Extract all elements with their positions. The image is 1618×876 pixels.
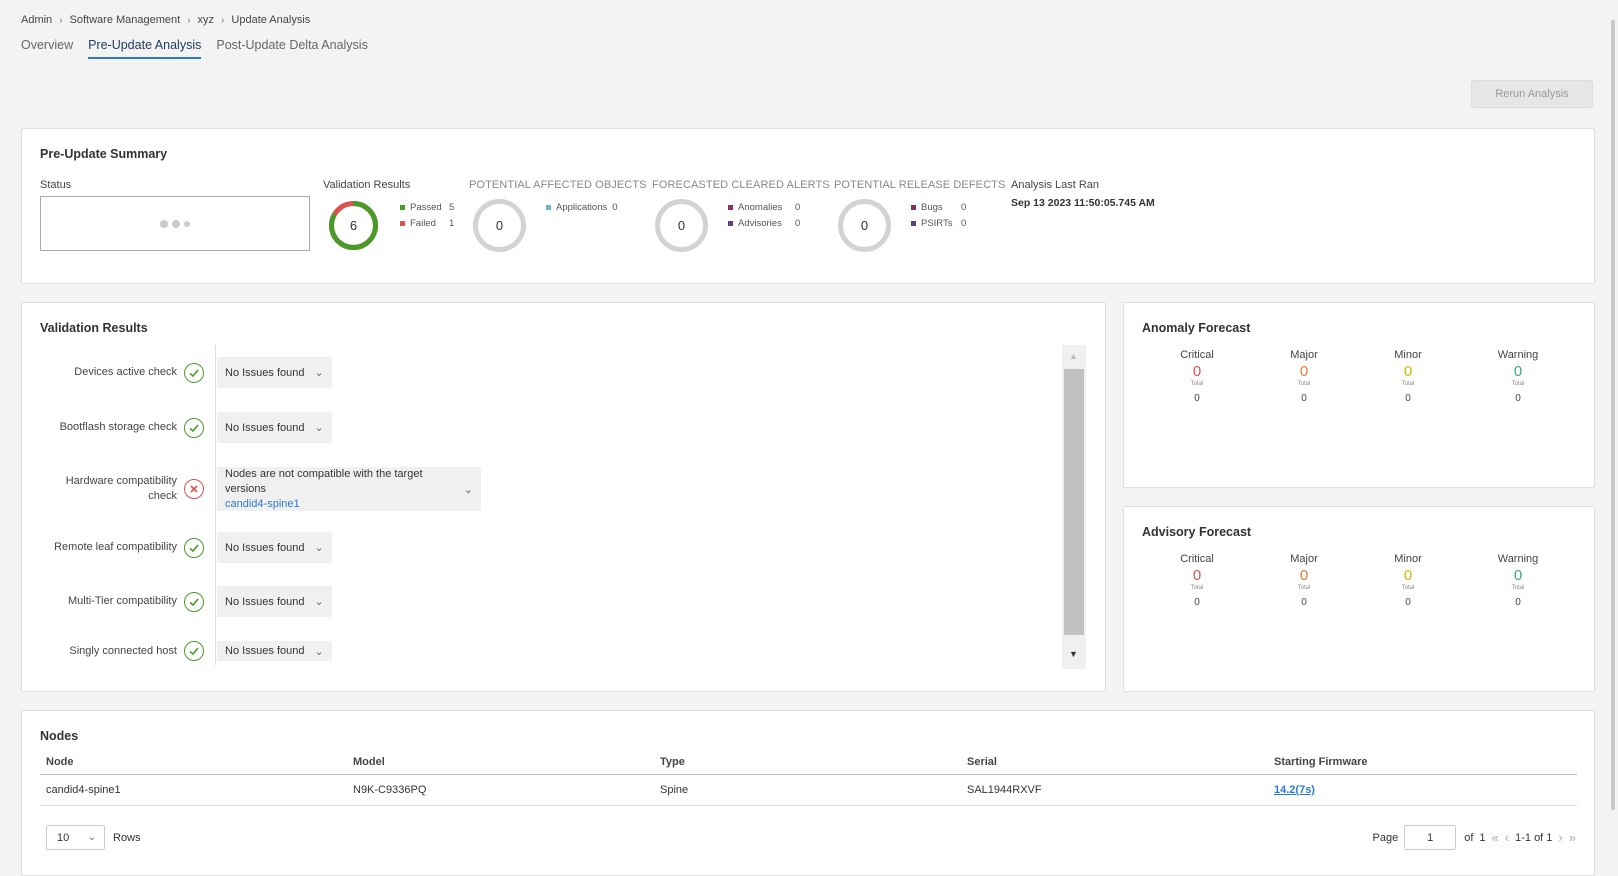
check-circle-icon: [184, 641, 204, 661]
check-result-dropdown[interactable]: No Issues found ⌄: [217, 641, 332, 661]
last-page-icon[interactable]: »: [1569, 830, 1576, 845]
table-row[interactable]: candid4-spine1 N9K-C9336PQ Spine SAL1944…: [40, 774, 1577, 806]
scroll-up-icon[interactable]: ▲: [1069, 351, 1078, 361]
firmware-link[interactable]: 14.2(7s): [1274, 784, 1315, 796]
page-scrollbar[interactable]: [1608, 0, 1618, 876]
column-header[interactable]: Node: [40, 750, 347, 775]
card-title: Nodes: [40, 729, 79, 743]
analysis-last-ran-label: Analysis Last Ran: [1011, 179, 1100, 191]
check-result-dropdown[interactable]: No Issues found ⌄: [217, 586, 332, 617]
chevron-down-icon: ⌄: [314, 542, 324, 554]
check-result-dropdown[interactable]: No Issues found ⌄: [217, 357, 332, 388]
breadcrumb-software-management[interactable]: Software Management: [70, 14, 181, 26]
column-header[interactable]: Serial: [961, 750, 1268, 775]
breadcrumb: Admin › Software Management › xyz › Upda…: [21, 14, 310, 26]
breadcrumb-admin[interactable]: Admin: [21, 14, 52, 26]
forecast-critical: Critical 0 Total 0: [1180, 553, 1214, 608]
chevron-down-icon: ⌄: [314, 596, 324, 608]
affected-objects-label: POTENTIAL AFFECTED OBJECTS: [469, 179, 647, 191]
next-page-icon[interactable]: ›: [1558, 830, 1562, 845]
forecast-warning: Warning 0 Total 0: [1497, 553, 1539, 608]
anomaly-forecast-card: Anomaly Forecast Critical 0 Total 0 Majo…: [1123, 302, 1595, 488]
tab-bar: Overview Pre-Update Analysis Post-Update…: [21, 38, 368, 59]
check-row: Multi-Tier compatibility No Issues found…: [22, 586, 332, 617]
first-page-icon[interactable]: «: [1492, 830, 1499, 845]
check-row: Hardware compatibility check Nodes are n…: [22, 467, 481, 511]
status-label: Status: [40, 179, 72, 191]
column-header[interactable]: Starting Firmware: [1268, 750, 1577, 775]
status-loading-indicator: [40, 196, 310, 251]
chevron-down-icon: ⌄: [314, 367, 324, 379]
card-title: Pre-Update Summary: [40, 147, 168, 161]
check-result-dropdown[interactable]: No Issues found ⌄: [217, 412, 332, 443]
chevron-right-icon: ›: [59, 14, 63, 26]
chevron-down-icon: ⌄: [314, 422, 324, 434]
validation-donut: 6: [329, 201, 378, 250]
check-circle-icon: [184, 362, 204, 383]
check-row: Singly connected host No Issues found ⌄: [22, 641, 332, 661]
validation-results-card: Validation Results Devices active check …: [21, 302, 1106, 692]
scroll-thumb[interactable]: [1611, 20, 1615, 810]
column-header[interactable]: Model: [347, 750, 654, 775]
page-input[interactable]: 1: [1404, 825, 1457, 850]
card-title: Validation Results: [40, 321, 148, 335]
forecast-minor: Minor 0 Total 0: [1394, 553, 1422, 608]
nodes-card: Nodes Node Model Type Serial Starting Fi…: [21, 710, 1595, 876]
pre-update-summary-card: Pre-Update Summary Status Validation Res…: [21, 128, 1595, 284]
nodes-table: Node Model Type Serial Starting Firmware…: [40, 750, 1577, 806]
node-link[interactable]: candid4-spine1: [225, 497, 454, 512]
chevron-down-icon: ⌄: [314, 645, 324, 658]
check-row: Devices active check No Issues found ⌄: [22, 357, 332, 388]
release-defects-label: POTENTIAL RELEASE DEFECTS: [834, 179, 1006, 191]
validation-total: 6: [350, 218, 357, 233]
chevron-down-icon: ⌄: [463, 483, 473, 496]
advisory-forecast-card: Advisory Forecast Critical 0 Total 0 Maj…: [1123, 506, 1595, 692]
cleared-alerts-ring: 0: [655, 199, 708, 252]
forecast-warning: Warning 0 Total 0: [1497, 349, 1539, 404]
rows-per-page-select[interactable]: 10 ⌄: [46, 825, 105, 850]
chevron-down-icon: ⌄: [87, 832, 96, 843]
breadcrumb-xyz[interactable]: xyz: [198, 14, 215, 26]
tab-post-update-delta-analysis[interactable]: Post-Update Delta Analysis: [216, 38, 367, 59]
cleared-alerts-label: FORECASTED CLEARED ALERTS: [652, 179, 830, 191]
check-circle-icon: [184, 537, 204, 558]
check-circle-icon: [184, 591, 204, 612]
card-title: Anomaly Forecast: [1142, 321, 1251, 335]
chevron-right-icon: ›: [187, 14, 191, 26]
tab-pre-update-analysis[interactable]: Pre-Update Analysis: [88, 38, 202, 59]
release-defects-ring: 0: [838, 199, 891, 252]
forecast-major: Major 0 Total 0: [1290, 349, 1318, 404]
check-result-dropdown[interactable]: No Issues found ⌄: [217, 532, 332, 563]
check-row: Bootflash storage check No Issues found ⌄: [22, 412, 332, 443]
validation-legend: Passed 5 Failed 1: [400, 202, 454, 229]
rerun-analysis-button[interactable]: Rerun Analysis: [1471, 80, 1593, 108]
rows-per-page: 10 ⌄ Rows: [46, 825, 141, 850]
card-title: Advisory Forecast: [1142, 525, 1252, 539]
error-circle-icon: [184, 479, 204, 499]
check-result-dropdown[interactable]: Nodes are not compatible with the target…: [217, 467, 481, 511]
tab-overview[interactable]: Overview: [21, 38, 73, 59]
column-header[interactable]: Type: [654, 750, 961, 775]
validation-results-label: Validation Results: [323, 179, 411, 191]
forecast-major: Major 0 Total 0: [1290, 553, 1318, 608]
forecast-minor: Minor 0 Total 0: [1394, 349, 1422, 404]
scroll-down-icon[interactable]: ▼: [1069, 649, 1078, 659]
check-row: Remote leaf compatibility No Issues foun…: [22, 532, 332, 563]
pagination: Page 1 of 1 « ‹ 1-1 of 1 › »: [1373, 825, 1576, 850]
validation-scrollbar[interactable]: ▲ ▼: [1062, 345, 1086, 669]
breadcrumb-update-analysis: Update Analysis: [231, 14, 311, 26]
prev-page-icon[interactable]: ‹: [1505, 830, 1509, 845]
chevron-right-icon: ›: [221, 14, 225, 26]
scroll-thumb[interactable]: [1064, 369, 1084, 635]
forecast-critical: Critical 0 Total 0: [1180, 349, 1214, 404]
affected-objects-ring: 0: [473, 199, 526, 252]
analysis-last-ran-value: Sep 13 2023 11:50:05.745 AM: [1011, 197, 1155, 209]
check-circle-icon: [184, 417, 204, 438]
